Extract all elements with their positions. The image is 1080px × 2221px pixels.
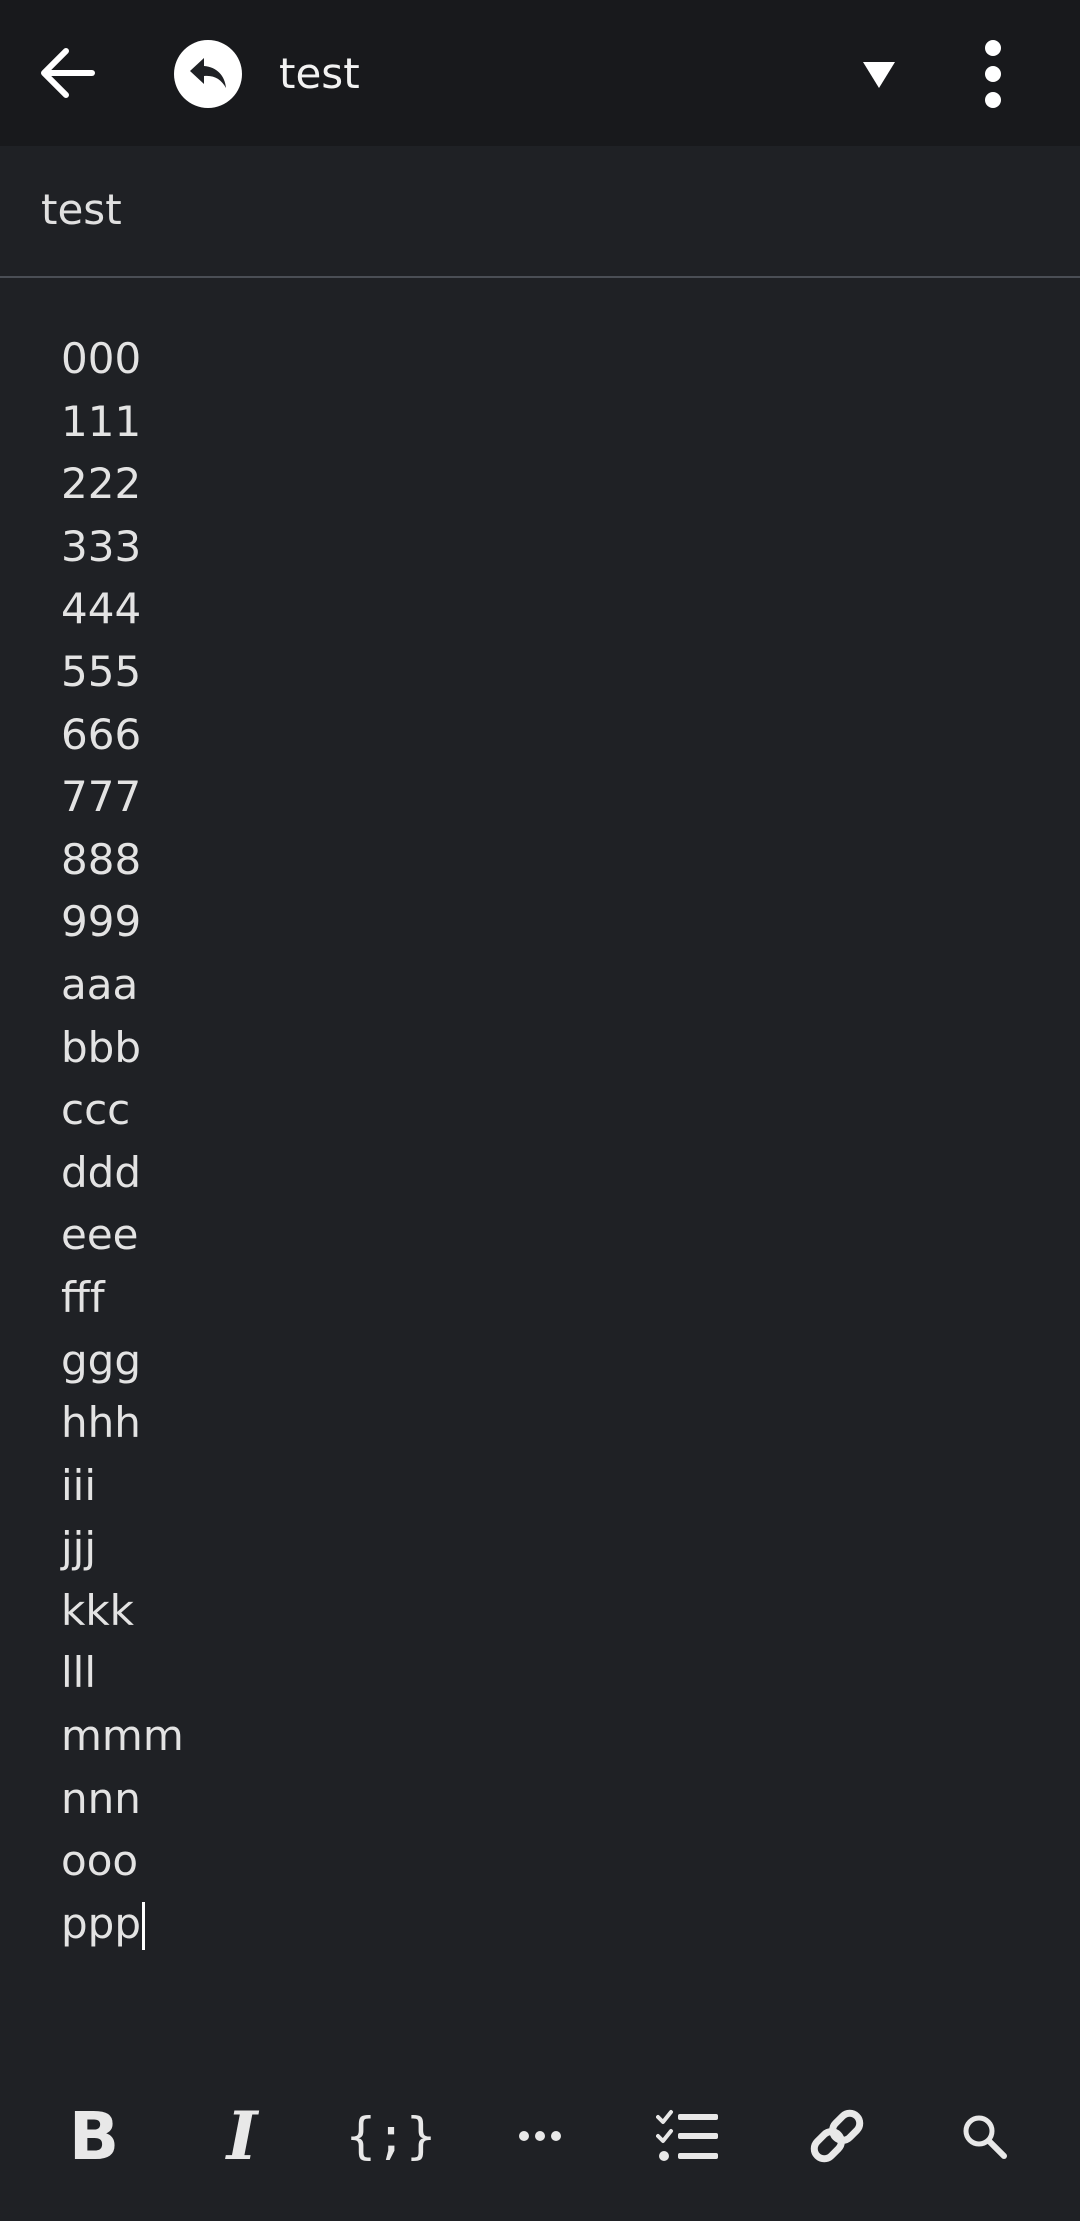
link-icon — [810, 2109, 864, 2163]
italic-button[interactable]: I — [192, 2086, 292, 2186]
note-title: test — [41, 185, 122, 234]
note-line: bbb — [61, 1022, 141, 1072]
link-button[interactable] — [787, 2086, 887, 2186]
note-line: 777 — [61, 772, 142, 822]
overflow-menu-button[interactable] — [966, 34, 1020, 114]
note-line: fff — [61, 1272, 105, 1322]
back-button[interactable] — [30, 36, 104, 110]
note-line: ggg — [61, 1335, 141, 1385]
note-line: ooo — [61, 1836, 139, 1886]
note-line: mmm — [61, 1711, 184, 1761]
note-line: 444 — [61, 584, 142, 634]
note-line: 555 — [61, 646, 142, 696]
checklist-button[interactable] — [638, 2086, 738, 2186]
note-line: aaa — [61, 959, 139, 1009]
app-icon[interactable] — [174, 40, 242, 108]
reply-arrow-icon — [190, 58, 226, 88]
top-app-bar: test — [0, 0, 1080, 146]
dropdown-button[interactable] — [852, 48, 906, 102]
note-line: 333 — [61, 521, 142, 571]
more-formatting-button[interactable] — [490, 2086, 590, 2186]
note-line: iii — [61, 1460, 97, 1510]
formatting-toolbar: B I {;} — [0, 2060, 1080, 2221]
bold-button[interactable]: B — [44, 2086, 144, 2186]
note-line: 222 — [61, 459, 142, 509]
note-line: 999 — [61, 897, 142, 947]
note-line: jjj — [61, 1523, 97, 1573]
search-icon — [963, 2115, 1007, 2159]
note-line: lll — [61, 1648, 97, 1698]
note-body-editor[interactable]: 000 111 222 333 444 555 666 777 888 999 … — [0, 280, 1080, 2060]
note-lines: 000 111 222 333 444 555 666 777 888 999 … — [61, 328, 184, 1955]
checklist-icon — [656, 2110, 718, 2161]
triangle-down-icon — [863, 62, 895, 88]
note-line: ccc — [61, 1085, 131, 1135]
note-line: hhh — [61, 1398, 141, 1448]
note-line: 111 — [61, 396, 142, 446]
note-line: 666 — [61, 709, 142, 759]
note-line: nnn — [61, 1773, 141, 1823]
note-line: 000 — [61, 334, 142, 383]
note-line: eee — [61, 1210, 139, 1260]
search-button[interactable] — [934, 2086, 1034, 2186]
code-button[interactable]: {;} — [341, 2086, 441, 2186]
more-horiz-icon — [519, 2131, 561, 2141]
note-line: ddd — [61, 1147, 141, 1197]
note-title-field[interactable]: test — [0, 146, 1080, 278]
note-editor-screen: test test 000 111 222 333 444 555 666 77… — [0, 0, 1080, 2221]
note-line: ppp — [61, 1893, 184, 1956]
arrow-back-icon — [41, 48, 95, 98]
note-line: 888 — [61, 834, 142, 884]
note-line: kkk — [61, 1585, 134, 1635]
toolbar-title: test — [279, 49, 360, 98]
text-cursor — [141, 1902, 145, 1951]
more-vert-icon — [985, 40, 1001, 108]
